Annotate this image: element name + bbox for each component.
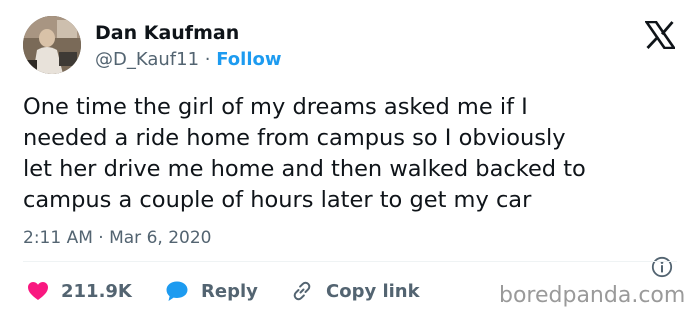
reply-label: Reply: [201, 280, 258, 302]
link-icon: [293, 281, 311, 301]
copy-link-button[interactable]: Copy link: [290, 279, 420, 303]
avatar[interactable]: [23, 16, 81, 74]
tweet-text-line: let her drive me home and then walked ba…: [23, 156, 586, 182]
copy-link-label: Copy link: [326, 280, 420, 302]
watermark: boredpanda.com: [499, 283, 686, 308]
reply-button[interactable]: Reply: [165, 279, 258, 303]
like-button[interactable]: 211.9K: [27, 279, 132, 303]
author-handle[interactable]: @D_Kauf11: [95, 49, 199, 70]
tweet-card: Dan Kaufman @D_Kauf11 · Follow One time …: [0, 0, 700, 318]
info-icon[interactable]: [651, 256, 673, 278]
speech-bubble-icon: [166, 281, 188, 301]
like-count: 211.9K: [61, 280, 132, 302]
avatar-photo-icon: [23, 16, 81, 74]
author-name[interactable]: Dan Kaufman: [95, 22, 239, 44]
author-handle-row: @D_Kauf11 · Follow: [95, 49, 282, 70]
tweet-text-line: needed a ride home from campus so I obvi…: [23, 125, 566, 151]
tweet-text-line: campus a couple of hours later to get my…: [23, 187, 532, 213]
separator-dot: ·: [204, 49, 211, 70]
tweet-text: One time the girl of my dreams asked me …: [23, 92, 683, 216]
divider: [23, 261, 677, 262]
x-logo-icon[interactable]: [645, 21, 675, 49]
tweet-text-line: One time the girl of my dreams asked me …: [23, 94, 528, 120]
follow-button[interactable]: Follow: [216, 49, 281, 70]
tweet-timestamp[interactable]: 2:11 AM · Mar 6, 2020: [23, 228, 211, 248]
heart-icon: [28, 282, 48, 300]
